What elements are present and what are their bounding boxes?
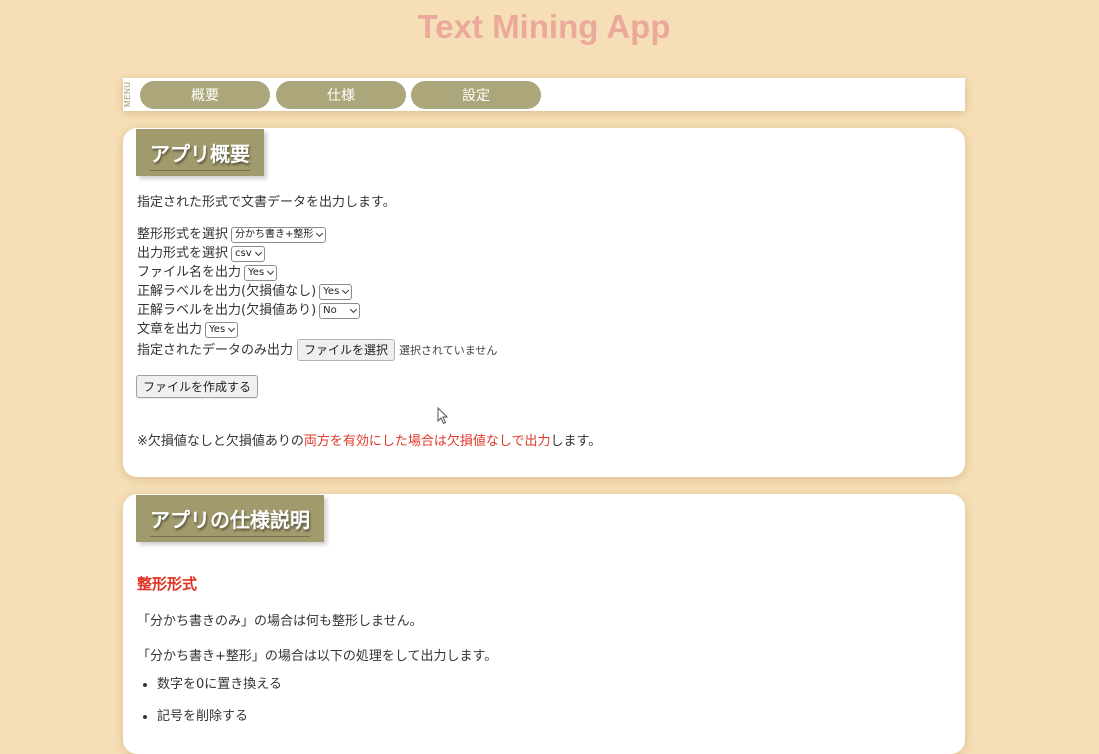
spec-subheading: 整形形式 xyxy=(137,575,198,593)
overview-heading: アプリ概要 xyxy=(136,129,264,176)
output-type-label: 出力形式を選択 xyxy=(137,246,229,261)
chevron-down-icon xyxy=(267,267,275,275)
format-select-value: 分かち書き+整形 xyxy=(235,229,314,240)
spec-heading: アプリの仕様説明 xyxy=(136,495,324,542)
output-type-select-value: csv xyxy=(235,248,252,259)
overview-heading-text: アプリ概要 xyxy=(150,138,250,171)
menu-label: MENU xyxy=(123,81,132,108)
output-form: 整形形式を選択 分かち書き+整形 出力形式を選択 csv ファイル名を出力 Ye… xyxy=(137,225,497,361)
list-item: 記号を削除する xyxy=(157,709,282,741)
chevron-down-icon xyxy=(254,248,262,256)
create-file-button[interactable]: ファイルを作成する xyxy=(136,375,259,398)
text-label: 文章を出力 xyxy=(137,322,203,337)
filename-row: ファイル名を出力 Yes xyxy=(137,263,497,282)
note-suffix: します。 xyxy=(550,434,602,449)
spec-paragraph: 「分かち書きのみ」の場合は何も整形しません。 xyxy=(137,614,423,629)
format-row: 整形形式を選択 分かち書き+整形 xyxy=(137,225,497,244)
menu-item-settings[interactable]: 設定 xyxy=(411,81,541,109)
output-type-row: 出力形式を選択 csv xyxy=(137,244,497,263)
chevron-down-icon xyxy=(350,305,358,313)
spec-bullet-list: 数字を0に置き換える 記号を削除する xyxy=(137,677,282,741)
chevron-down-icon xyxy=(228,324,236,332)
label-no-missing-select[interactable]: Yes xyxy=(319,283,353,300)
spec-card: アプリの仕様説明 整形形式 「分かち書きのみ」の場合は何も整形しません。 「分か… xyxy=(123,494,965,754)
chevron-down-icon xyxy=(316,229,324,237)
text-row: 文章を出力 Yes xyxy=(137,320,497,339)
app-title: Text Mining App xyxy=(417,8,671,45)
note-highlight: 両方を有効にした場合は欠損値なしで出力 xyxy=(303,434,551,449)
label-missing-row: 正解ラベルを出力(欠損値あり) No xyxy=(137,301,497,320)
mouse-cursor-icon xyxy=(437,407,449,425)
filename-label: ファイル名を出力 xyxy=(137,265,242,280)
menu-bar: MENU 概要 仕様 設定 xyxy=(123,78,965,111)
menu-item-spec[interactable]: 仕様 xyxy=(276,81,406,109)
overview-card: アプリ概要 指定された形式で文書データを出力します。 整形形式を選択 分かち書き… xyxy=(123,128,965,477)
output-type-select[interactable]: csv xyxy=(231,245,265,262)
file-label: 指定されたデータのみ出力 xyxy=(137,342,294,358)
label-missing-select[interactable]: No xyxy=(319,302,361,319)
spec-paragraph: 「分かち書き+整形」の場合は以下の処理をして出力します。 xyxy=(137,649,498,664)
menu-item-overview[interactable]: 概要 xyxy=(140,81,270,109)
filename-select-value: Yes xyxy=(248,267,265,278)
label-no-missing-select-value: Yes xyxy=(323,286,340,297)
file-row: 指定されたデータのみ出力 ファイルを選択 選択されていません xyxy=(137,339,497,361)
chevron-down-icon xyxy=(342,286,350,294)
note-prefix: ※欠損値なしと欠損値ありの xyxy=(137,434,304,449)
spec-heading-text: アプリの仕様説明 xyxy=(150,504,310,537)
choose-file-button[interactable]: ファイルを選択 xyxy=(297,339,396,361)
list-item: 数字を0に置き換える xyxy=(157,677,282,709)
file-status: 選択されていません xyxy=(399,343,498,357)
filename-select[interactable]: Yes xyxy=(244,264,278,281)
label-missing-label: 正解ラベルを出力(欠損値あり) xyxy=(137,303,317,318)
text-select[interactable]: Yes xyxy=(205,321,239,338)
text-select-value: Yes xyxy=(209,324,226,335)
note: ※欠損値なしと欠損値ありの両方を有効にした場合は欠損値なしで出力します。 xyxy=(137,430,601,449)
format-label: 整形形式を選択 xyxy=(137,227,229,242)
format-select[interactable]: 分かち書き+整形 xyxy=(231,226,327,243)
label-missing-select-value: No xyxy=(323,305,337,316)
overview-intro: 指定された形式で文書データを出力します。 xyxy=(137,195,396,210)
label-no-missing-label: 正解ラベルを出力(欠損値なし) xyxy=(137,284,317,299)
label-no-missing-row: 正解ラベルを出力(欠損値なし) Yes xyxy=(137,282,497,301)
